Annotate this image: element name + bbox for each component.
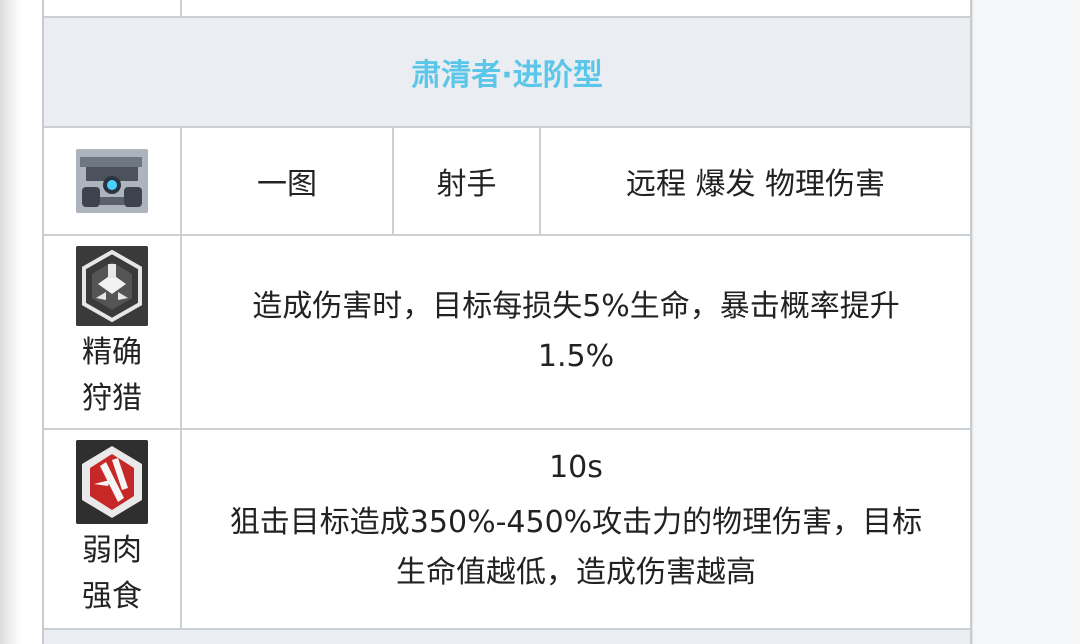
skill-1-name: 精确 狩猎: [82, 335, 142, 416]
page: 肃清者·进阶型 一图 射手 远程 爆发 物理伤害 精确 狩猎 造成伤害时，目标每…: [0, 0, 1080, 644]
enemy-info-table: 肃清者·进阶型 一图 射手 远程 爆发 物理伤害 精确 狩猎 造成伤害时，目标每…: [42, 0, 972, 644]
skill-1-description: 造成伤害时，目标每损失5%生命，暴击概率提升 1.5%: [252, 289, 900, 374]
turret-robot-icon: [76, 149, 148, 213]
skill-2-name: 弱肉 强食: [82, 533, 142, 614]
info-map-cell: 一图: [182, 128, 392, 234]
info-class-text: 射手: [436, 167, 497, 202]
enemy-portrait-cell: [44, 128, 180, 234]
skill-1-desc-cell: 造成伤害时，目标每损失5%生命，暴击概率提升 1.5%: [182, 236, 970, 428]
info-map-text: 一图: [257, 167, 317, 202]
info-tags-text: 远程 爆发 物理伤害: [625, 167, 886, 202]
next-section-header: [44, 630, 970, 644]
left-edge-shadow: [0, 0, 22, 644]
enemy-title: 肃清者·进阶型: [411, 58, 603, 93]
precision-hunt-icon: [76, 246, 148, 326]
skill-2-desc-cell: 10s 狙击目标造成350%-450%攻击力的物理伤害，目标生命值越低，造成伤害…: [182, 430, 970, 628]
skill-2-name-cell: 弱肉 强食: [44, 430, 180, 628]
right-margin-panel: [972, 0, 1080, 644]
predator-strike-icon: [76, 440, 148, 524]
info-tags-cell: 远程 爆发 物理伤害: [541, 128, 970, 234]
skill-1-name-cell: 精确 狩猎: [44, 236, 180, 428]
skill-2-description: 狙击目标造成350%-450%攻击力的物理伤害，目标生命值越低，造成伤害越高: [229, 505, 923, 590]
info-class-cell: 射手: [394, 128, 539, 234]
enemy-title-header: 肃清者·进阶型: [44, 18, 970, 126]
skill-2-cooldown: 10s: [549, 450, 603, 485]
